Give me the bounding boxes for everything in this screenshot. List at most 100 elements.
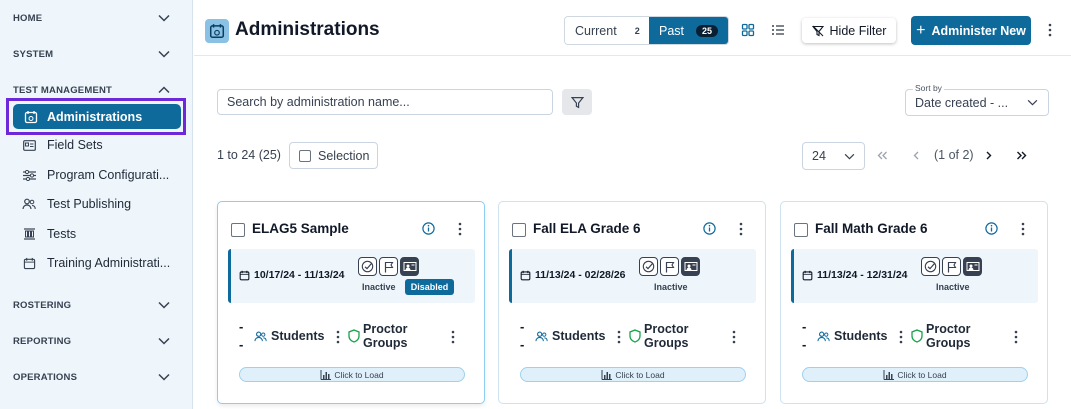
plus-icon: +	[916, 21, 926, 39]
users-icon	[22, 197, 36, 211]
list-view-icon[interactable]	[771, 23, 785, 37]
more-options-icon[interactable]	[458, 222, 462, 236]
check-circle-icon[interactable]	[639, 257, 658, 276]
card-summary: 10/17/24 - 11/13/24 Inactive Disabled	[228, 249, 475, 303]
nav-section-system[interactable]: SYSTEM	[13, 46, 170, 62]
proctor-screen-icon[interactable]	[963, 257, 982, 276]
students-label: Students	[834, 329, 888, 343]
calendar-icon	[24, 110, 38, 123]
date-range: 11/13/24 - 12/31/24	[802, 269, 908, 281]
more-options-icon[interactable]	[1048, 23, 1052, 37]
nav-section-reporting[interactable]: REPORTING	[13, 333, 170, 349]
sliders-icon	[22, 168, 36, 182]
date-text: 10/17/24 - 11/13/24	[254, 269, 345, 281]
card-checkbox[interactable]	[794, 223, 808, 237]
flag-icon[interactable]	[660, 257, 679, 276]
administer-new-button[interactable]: + Administer New	[911, 16, 1031, 45]
page-header: Administrations Current 2 Past 25 Hide F…	[194, 0, 1071, 56]
sidebar-item-administrations[interactable]: Administrations	[13, 104, 181, 129]
filter-off-icon	[811, 25, 824, 36]
administration-card[interactable]: ELAG5 Sample 10/17/24 - 11/13/24 Inactiv…	[217, 201, 485, 404]
calendar-icon	[22, 256, 36, 270]
flag-icon[interactable]	[942, 257, 961, 276]
sidebar-item-label: Program Configurati...	[47, 168, 170, 182]
more-options-icon[interactable]	[617, 330, 621, 344]
more-options-icon[interactable]	[1014, 330, 1018, 344]
click-to-load-button[interactable]: Click to Load	[520, 367, 746, 382]
proctor-groups-link[interactable]: Proctor Groups	[348, 322, 407, 350]
filter-button[interactable]	[562, 89, 592, 115]
placeholder-dashes: --	[239, 319, 244, 352]
sidebar-item-field-sets[interactable]: Field Sets	[22, 135, 172, 155]
more-options-icon[interactable]	[899, 330, 903, 344]
calendar-icon	[802, 270, 813, 280]
more-options-icon[interactable]	[1021, 222, 1025, 236]
tab-current[interactable]: Current 2	[565, 17, 649, 44]
more-options-icon[interactable]	[732, 330, 736, 344]
click-to-load-button[interactable]: Click to Load	[802, 367, 1028, 382]
count-badge: 2	[634, 25, 640, 36]
proctor-groups-link[interactable]: Proctor Groups	[911, 322, 970, 350]
chevron-down-icon	[158, 301, 170, 309]
sidebar-item-test-publishing[interactable]: Test Publishing	[22, 194, 172, 214]
click-to-load-button[interactable]: Click to Load	[239, 367, 465, 382]
search-placeholder: Search by administration name...	[227, 95, 410, 109]
more-options-icon[interactable]	[336, 330, 340, 344]
more-options-icon[interactable]	[451, 330, 455, 344]
first-page-icon[interactable]	[877, 151, 888, 160]
students-link[interactable]: Students	[817, 329, 887, 343]
bar-chart-icon	[320, 369, 332, 380]
hide-filter-button[interactable]: Hide Filter	[802, 18, 896, 43]
grid-view-icon[interactable]	[741, 23, 755, 37]
sidebar-item-tests[interactable]: Tests	[22, 224, 172, 244]
nav-section-home[interactable]: HOME	[13, 10, 170, 26]
nav-section-label: REPORTING	[13, 335, 72, 347]
load-label: Click to Load	[615, 369, 665, 380]
proctor-screen-icon[interactable]	[681, 257, 700, 276]
button-label: Administer New	[931, 23, 1026, 38]
students-link[interactable]: Students	[254, 329, 324, 343]
date-range: 11/13/24 - 02/28/26	[520, 269, 626, 281]
check-circle-icon[interactable]	[921, 257, 940, 276]
nav-section-operations[interactable]: OPERATIONS	[13, 369, 170, 385]
card-checkbox[interactable]	[231, 223, 245, 237]
card-actions	[921, 257, 982, 276]
proctor-groups-link[interactable]: Proctor Groups	[629, 322, 688, 350]
students-link[interactable]: Students	[535, 329, 605, 343]
calendar-icon	[205, 19, 229, 43]
chevron-down-icon	[158, 14, 170, 22]
current-past-toggle: Current 2 Past 25	[564, 16, 729, 45]
sidebar-item-training-administrations[interactable]: Training Administrati...	[22, 253, 172, 273]
filter-icon	[570, 96, 584, 108]
chevron-down-icon	[158, 337, 170, 345]
info-icon[interactable]	[985, 222, 998, 235]
administration-card[interactable]: Fall ELA Grade 6 11/13/24 - 02/28/26 Ina…	[498, 201, 766, 404]
tab-past[interactable]: Past 25	[649, 17, 728, 44]
check-circle-icon[interactable]	[358, 257, 377, 276]
prev-page-icon[interactable]	[913, 151, 919, 160]
tab-label: Past	[659, 23, 685, 38]
proctor-screen-icon[interactable]	[400, 257, 419, 276]
administration-card[interactable]: Fall Math Grade 6 11/13/24 - 12/31/24 In…	[780, 201, 1048, 404]
more-options-icon[interactable]	[739, 222, 743, 236]
nav-section-test-management[interactable]: TEST MANAGEMENT	[13, 82, 170, 98]
page-size-select[interactable]: 24	[802, 142, 865, 170]
info-icon[interactable]	[703, 222, 716, 235]
sort-select[interactable]: Date created - ...	[905, 89, 1049, 116]
card-checkbox[interactable]	[512, 223, 526, 237]
nav-section-label: SYSTEM	[13, 48, 54, 60]
info-icon[interactable]	[422, 222, 435, 235]
bar-chart-icon	[883, 369, 895, 380]
selection-button[interactable]: Selection	[289, 142, 378, 169]
count-badge: 25	[696, 24, 719, 37]
next-page-icon[interactable]	[986, 151, 992, 160]
search-input[interactable]: Search by administration name...	[217, 89, 553, 115]
last-page-icon[interactable]	[1016, 151, 1027, 160]
sidebar-item-label: Tests	[47, 227, 77, 241]
sidebar-item-program-configuration[interactable]: Program Configurati...	[22, 165, 172, 185]
card-summary: 11/13/24 - 02/28/26 Inactive	[509, 249, 756, 303]
nav-section-rostering[interactable]: ROSTERING	[13, 297, 170, 313]
button-label: Selection	[318, 148, 370, 163]
flag-icon[interactable]	[379, 257, 398, 276]
chevron-down-icon	[844, 153, 855, 160]
